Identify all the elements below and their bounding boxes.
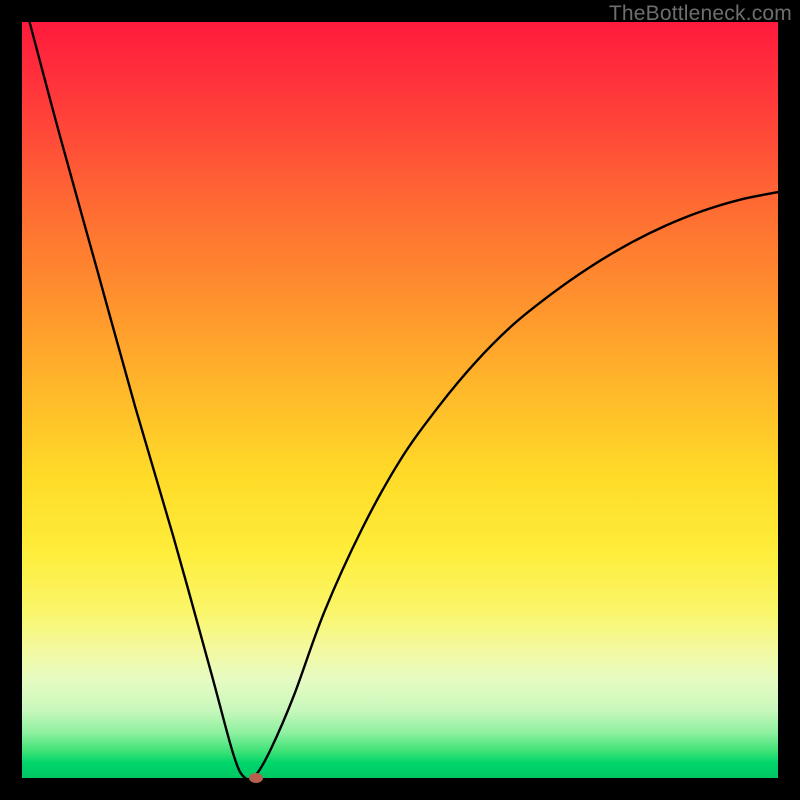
bottleneck-curve-path bbox=[30, 22, 778, 780]
minimum-marker bbox=[249, 773, 263, 783]
watermark-text: TheBottleneck.com bbox=[609, 2, 792, 26]
chart-frame: TheBottleneck.com bbox=[0, 0, 800, 800]
curve-svg bbox=[22, 22, 778, 778]
plot-area bbox=[22, 22, 778, 778]
